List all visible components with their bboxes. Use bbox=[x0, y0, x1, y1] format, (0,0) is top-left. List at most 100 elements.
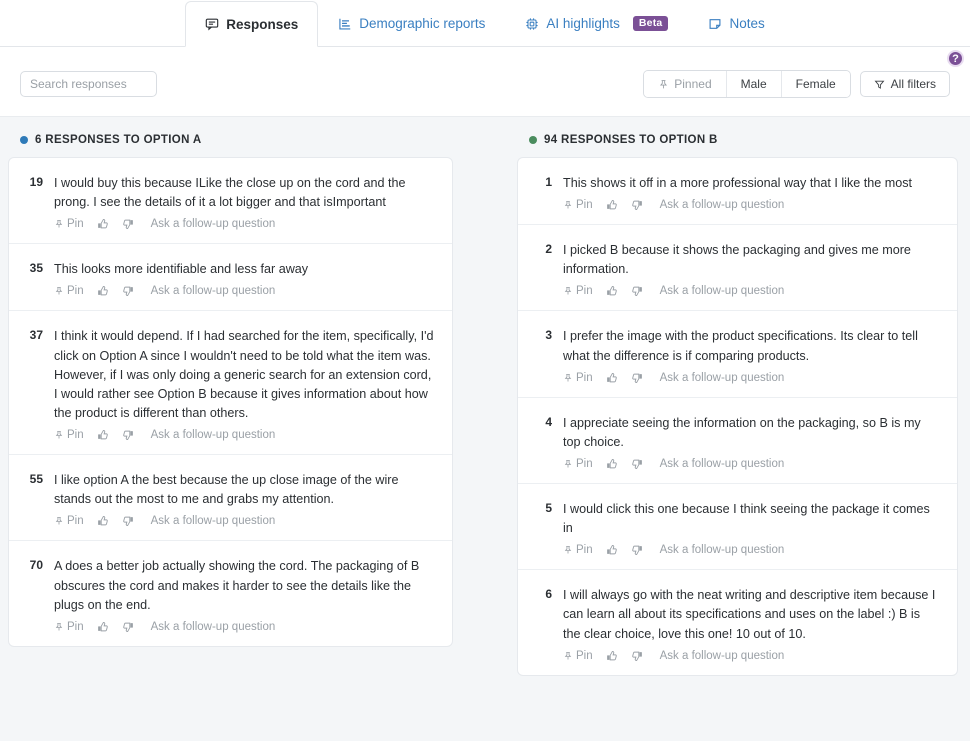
pin-button[interactable]: Pin bbox=[563, 199, 593, 211]
response-text: This shows it off in a more professional… bbox=[563, 174, 939, 193]
thumbs-down-icon bbox=[122, 621, 134, 633]
list-item[interactable]: 1 This shows it off in a more profession… bbox=[518, 158, 957, 225]
ask-follow-up-button[interactable]: Ask a follow-up question bbox=[660, 650, 785, 662]
response-actions: Pin Ask a follow-up question bbox=[54, 621, 434, 633]
thumbs-down-button[interactable] bbox=[122, 621, 134, 633]
ask-follow-up-button[interactable]: Ask a follow-up question bbox=[151, 429, 276, 441]
list-item[interactable]: 35 This looks more identifiable and less… bbox=[9, 244, 452, 311]
list-item[interactable]: 37 I think it would depend. If I had sea… bbox=[9, 311, 452, 455]
thumbs-up-button[interactable] bbox=[97, 285, 109, 297]
ask-follow-up-button[interactable]: Ask a follow-up question bbox=[660, 199, 785, 211]
pin-button[interactable]: Pin bbox=[563, 372, 593, 384]
response-text: I would click this one because I think s… bbox=[563, 500, 939, 538]
response-text: I appreciate seeing the information on t… bbox=[563, 414, 939, 452]
filter-female-label: Female bbox=[796, 77, 836, 91]
column-b-header: 94 RESPONSES TO OPTION B bbox=[509, 117, 970, 157]
list-item[interactable]: 4 I appreciate seeing the information on… bbox=[518, 398, 957, 484]
filter-pinned-button[interactable]: Pinned bbox=[644, 71, 726, 97]
thumbs-up-button[interactable] bbox=[97, 621, 109, 633]
thumbs-up-icon bbox=[97, 429, 109, 441]
thumbs-up-button[interactable] bbox=[97, 429, 109, 441]
pin-button[interactable]: Pin bbox=[563, 544, 593, 556]
pin-button[interactable]: Pin bbox=[54, 429, 84, 441]
thumbs-down-button[interactable] bbox=[631, 199, 643, 211]
filter-female-button[interactable]: Female bbox=[782, 71, 850, 97]
list-item[interactable]: 6 I will always go with the neat writing… bbox=[518, 570, 957, 674]
list-item[interactable]: 19 I would buy this because ILike the cl… bbox=[9, 158, 452, 244]
pin-button[interactable]: Pin bbox=[54, 621, 84, 633]
tab-notes[interactable]: Notes bbox=[688, 0, 784, 46]
ask-follow-up-button[interactable]: Ask a follow-up question bbox=[151, 515, 276, 527]
list-item[interactable]: 70 A does a better job actually showing … bbox=[9, 541, 452, 645]
option-a-dot bbox=[20, 136, 28, 144]
thumbs-down-button[interactable] bbox=[631, 372, 643, 384]
column-a-title: 6 RESPONSES TO OPTION A bbox=[35, 134, 202, 146]
ask-follow-up-button[interactable]: Ask a follow-up question bbox=[660, 458, 785, 470]
filter-controls: Pinned Male Female All filters bbox=[643, 70, 950, 98]
ask-follow-up-button[interactable]: Ask a follow-up question bbox=[660, 372, 785, 384]
ask-follow-up-button[interactable]: Ask a follow-up question bbox=[151, 285, 276, 297]
thumbs-down-icon bbox=[122, 285, 134, 297]
column-a-card: 19 I would buy this because ILike the cl… bbox=[8, 157, 453, 647]
thumbs-down-button[interactable] bbox=[122, 218, 134, 230]
help-icon[interactable]: ? bbox=[947, 50, 964, 67]
thumbs-up-button[interactable] bbox=[606, 372, 618, 384]
response-actions: Pin Ask a follow-up question bbox=[54, 429, 434, 441]
ask-follow-up-button[interactable]: Ask a follow-up question bbox=[660, 544, 785, 556]
response-text: I think it would depend. If I had search… bbox=[54, 327, 434, 423]
thumbs-down-icon bbox=[631, 458, 643, 470]
ask-follow-up-button[interactable]: Ask a follow-up question bbox=[151, 621, 276, 633]
thumbs-up-button[interactable] bbox=[606, 544, 618, 556]
response-text: I prefer the image with the product spec… bbox=[563, 327, 939, 365]
pin-icon bbox=[563, 545, 573, 555]
column-option-a: 6 RESPONSES TO OPTION A 19 I would buy t… bbox=[0, 117, 473, 741]
pin-button[interactable]: Pin bbox=[54, 218, 84, 230]
all-filters-button[interactable]: All filters bbox=[860, 71, 950, 97]
list-item[interactable]: 3 I prefer the image with the product sp… bbox=[518, 311, 957, 397]
thumbs-up-button[interactable] bbox=[97, 218, 109, 230]
response-actions: Pin Ask a follow-up question bbox=[54, 515, 434, 527]
filter-male-button[interactable]: Male bbox=[727, 71, 782, 97]
thumbs-down-button[interactable] bbox=[122, 515, 134, 527]
response-number: 6 bbox=[536, 586, 552, 661]
all-filters-label: All filters bbox=[891, 77, 936, 91]
pin-label: Pin bbox=[576, 372, 593, 384]
pin-button[interactable]: Pin bbox=[563, 650, 593, 662]
response-number: 4 bbox=[536, 414, 552, 470]
response-number: 35 bbox=[27, 260, 43, 297]
pin-button[interactable]: Pin bbox=[563, 458, 593, 470]
thumbs-down-button[interactable] bbox=[631, 544, 643, 556]
list-item[interactable]: 2 I picked B because it shows the packag… bbox=[518, 225, 957, 311]
thumbs-down-icon bbox=[122, 515, 134, 527]
thumbs-up-button[interactable] bbox=[97, 515, 109, 527]
pin-button[interactable]: Pin bbox=[54, 285, 84, 297]
pin-button[interactable]: Pin bbox=[563, 285, 593, 297]
thumbs-down-button[interactable] bbox=[122, 285, 134, 297]
thumbs-up-button[interactable] bbox=[606, 285, 618, 297]
thumbs-up-button[interactable] bbox=[606, 650, 618, 662]
list-item[interactable]: 55 I like option A the best because the … bbox=[9, 455, 452, 541]
thumbs-up-button[interactable] bbox=[606, 458, 618, 470]
ask-follow-up-button[interactable]: Ask a follow-up question bbox=[660, 285, 785, 297]
response-text: I will always go with the neat writing a… bbox=[563, 586, 939, 643]
tab-responses[interactable]: Responses bbox=[185, 1, 318, 47]
search-input[interactable] bbox=[20, 71, 157, 97]
tab-demographic-reports[interactable]: Demographic reports bbox=[318, 0, 505, 46]
thumbs-down-button[interactable] bbox=[122, 429, 134, 441]
thumbs-down-icon bbox=[631, 285, 643, 297]
thumbs-down-button[interactable] bbox=[631, 650, 643, 662]
note-icon bbox=[708, 17, 722, 31]
list-item[interactable]: 5 I would click this one because I think… bbox=[518, 484, 957, 570]
tab-ai-highlights[interactable]: AI highlights Beta bbox=[505, 0, 688, 46]
thumbs-down-button[interactable] bbox=[631, 458, 643, 470]
thumbs-up-button[interactable] bbox=[606, 199, 618, 211]
ask-follow-up-button[interactable]: Ask a follow-up question bbox=[151, 218, 276, 230]
response-text: A does a better job actually showing the… bbox=[54, 557, 434, 614]
thumbs-up-icon bbox=[97, 621, 109, 633]
pin-button[interactable]: Pin bbox=[54, 515, 84, 527]
filter-segment-group: Pinned Male Female bbox=[643, 70, 850, 98]
pin-icon bbox=[54, 286, 64, 296]
thumbs-down-button[interactable] bbox=[631, 285, 643, 297]
response-actions: Pin Ask a follow-up question bbox=[563, 199, 939, 211]
pin-label: Pin bbox=[67, 515, 84, 527]
